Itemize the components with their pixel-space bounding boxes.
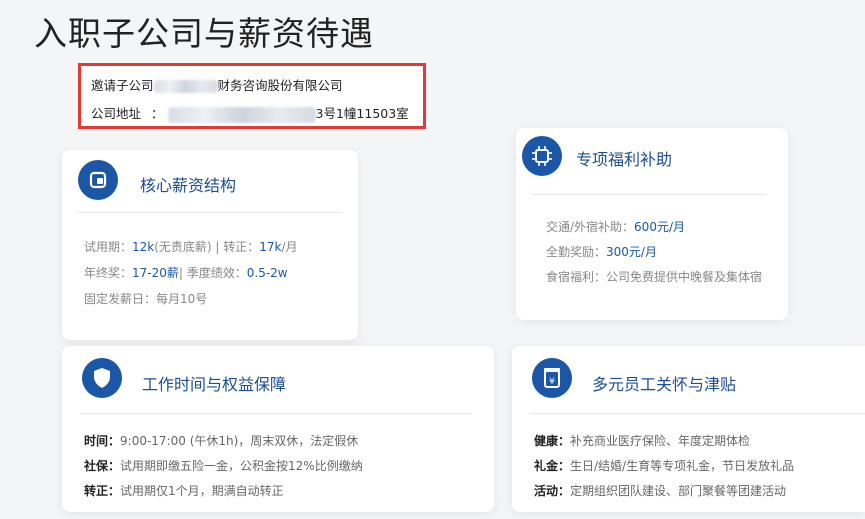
benefit-row: 全勤奖励：300元/月 [546,245,657,259]
care-card-title: 多元员工关怀与津贴 [592,375,737,394]
page-title: 入职子公司与薪资待遇 [34,14,374,53]
chip-icon [522,136,562,176]
benefit-row: 交通/外宿补助：600元/月 [546,220,685,234]
care-card: ¥ 多元员工关怀与津贴 健康：补充商业医疗保险、年度定期体检 礼金：生日/结婚/… [512,346,865,512]
salary-card-title: 核心薪资结构 [140,176,237,195]
care-row: 健康：补充商业医疗保险、年度定期体检 [534,434,751,448]
worktime-row: 社保：试用期即缴五险一金，公积金按12%比例缴纳 [84,459,363,473]
benefit-card: 专项福利补助 交通/外宿补助：600元/月 全勤奖励：300元/月 食宿福利：公… [516,128,788,320]
address-suffix: 3号1幢11503室 [315,106,409,121]
divider [80,413,472,414]
benefit-row: 食宿福利：公司免费提供中晚餐及集体宿 [546,270,763,284]
worktime-card: 工作时间与权益保障 时间：9:00-17:00 (午休1h)，周末双休，法定假休… [62,346,494,512]
care-row: 活动：定期组织团队建设、部门聚餐等团建活动 [534,484,787,498]
company-name-line: 邀请子公司 财务咨询股份有限公司 [91,75,343,94]
worktime-row: 时间：9:00-17:00 (午休1h)，周末双休，法定假休 [84,434,359,448]
money-box-icon: ¥ [532,358,572,398]
shield-icon [82,358,122,398]
care-row: 礼金：生日/结婚/生育等专项礼金，节日发放礼品 [534,459,795,473]
svg-text:¥: ¥ [549,377,555,387]
address-label: 公司地址 [91,106,142,121]
salary-row: 试用期：12k(无责底薪) | 转正：17k/月 [84,240,298,254]
worktime-row: 转正：试用期仅1个月，期满自动转正 [84,484,284,498]
company-name-suffix: 财务咨询股份有限公司 [217,78,343,93]
divider [530,413,865,414]
divider [78,212,342,213]
company-info-box: 邀请子公司 财务咨询股份有限公司 公司地址 ： 3号1幢11503室 [78,63,426,129]
redacted-address [167,106,316,123]
wallet-icon [78,160,118,200]
redacted-name [153,80,218,93]
worktime-card-title: 工作时间与权益保障 [142,375,287,394]
salary-card: 核心薪资结构 试用期：12k(无责底薪) | 转正：17k/月 年终奖：17-2… [62,150,358,340]
address-colon: ： [151,106,164,121]
company-name-prefix: 邀请子公司 [91,78,154,93]
salary-row: 固定发薪日：每月10号 [84,292,208,306]
salary-row: 年终奖：17-20薪| 季度绩效：0.5-2w [84,266,288,280]
company-address-line: 公司地址 ： 3号1幢11503室 [91,103,409,123]
divider [532,194,766,195]
benefit-card-title: 专项福利补助 [576,150,673,169]
